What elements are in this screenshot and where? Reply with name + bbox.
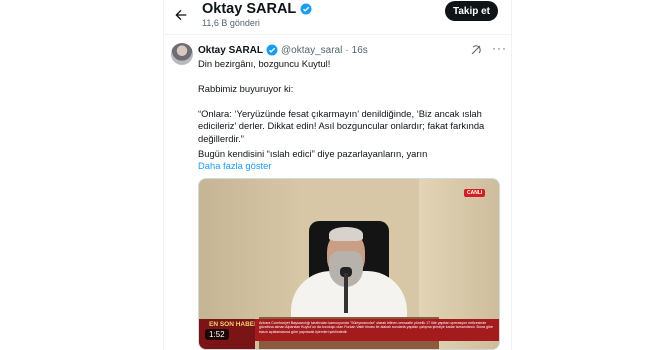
video-person-hair <box>329 227 363 241</box>
tweet-time[interactable]: 16s <box>352 45 368 56</box>
verified-badge-icon <box>300 3 312 15</box>
video-duration: 1:52 <box>205 329 229 340</box>
show-more-link[interactable]: Daha fazla göster <box>198 160 271 171</box>
profile-name-text: Oktay SARAL <box>202 1 297 17</box>
microphone-stand <box>344 273 348 313</box>
timeline-column: Oktay SARAL 11,6 B gönderi Takip et Okta… <box>163 0 512 350</box>
news-banner-text: Ankara Cumhuriyet Başsavcılığı tarafında… <box>259 321 494 334</box>
arrow-left-icon <box>175 9 187 21</box>
author-name[interactable]: Oktay SARAL <box>198 45 263 56</box>
back-button[interactable] <box>170 4 192 26</box>
meta-separator: · <box>345 44 349 56</box>
post-count: 11,6 B gönderi <box>202 18 260 28</box>
tweet-paragraph-2: Rabbimiz buyuruyor ki: <box>198 83 294 94</box>
more-icon[interactable]: ··· <box>492 41 507 55</box>
grok-icon[interactable] <box>470 44 482 56</box>
tweet-meta: Oktay SARAL @oktay_saral · 16s <box>198 44 368 56</box>
author-handle[interactable]: @oktay_saral <box>281 45 342 56</box>
tweet-paragraph-3: “Onlara: ‘Yeryüzünde fesat çıkarmayın’ d… <box>198 108 485 144</box>
tweet-paragraph-1: Din bezirgânı, bozguncu Kuytul! <box>198 58 331 69</box>
live-badge: CANLI <box>464 189 486 197</box>
verified-badge-icon <box>266 44 278 56</box>
avatar[interactable] <box>171 43 193 65</box>
news-banner-title: EN SON HABER <box>209 321 259 328</box>
profile-header: Oktay SARAL 11,6 B gönderi Takip et <box>164 0 511 34</box>
tweet-paragraph-4: Bugün kendisini “ıslah edici” diye pazar… <box>198 148 428 159</box>
follow-button[interactable]: Takip et <box>445 1 498 21</box>
profile-name: Oktay SARAL <box>202 1 312 17</box>
header-divider <box>164 34 511 35</box>
video-player[interactable]: CANLI EN SON HABER Ankara Cumhuriyet Baş… <box>198 178 500 350</box>
